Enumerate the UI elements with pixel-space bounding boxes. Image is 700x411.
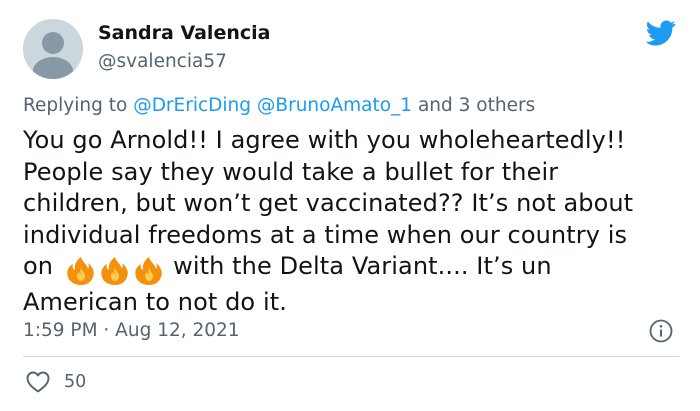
avatar[interactable] bbox=[23, 19, 83, 79]
info-icon[interactable] bbox=[649, 319, 673, 343]
mention-link-dr-eric-ding[interactable]: @DrEricDing bbox=[133, 95, 251, 116]
tweet-text-fragment: with the Delta Variant.... It’s un bbox=[173, 252, 552, 280]
twitter-bird-icon[interactable] bbox=[646, 20, 676, 46]
tweet-text-fragment: on bbox=[23, 252, 54, 280]
default-avatar-icon bbox=[23, 19, 83, 79]
heart-outline-icon[interactable] bbox=[26, 371, 50, 393]
fire-icon bbox=[101, 257, 128, 285]
others-link[interactable]: and 3 others bbox=[412, 95, 535, 116]
like-count: 50 bbox=[64, 372, 87, 392]
tweet-text-line: American to not do it. bbox=[23, 287, 287, 316]
tweet-text-line: You go Arnold!! I agree with you wholehe… bbox=[23, 126, 626, 154]
fire-icon bbox=[67, 257, 94, 285]
tweet-text-line: individual freedoms at a time when our c… bbox=[23, 220, 628, 249]
tweet-text-line: People say they would take a bullet for … bbox=[23, 157, 559, 186]
tweet-card: Sandra Valencia @svalencia57 Replying to… bbox=[0, 0, 700, 411]
fire-icon bbox=[135, 257, 162, 285]
tweet-text-line-with-emoji: on with the Delta Variant.... It’s un bbox=[23, 251, 683, 287]
author-display-name[interactable]: Sandra Valencia bbox=[98, 22, 270, 44]
tweet-text-line: children, but won’t get vaccinated?? It’… bbox=[23, 189, 634, 217]
author-handle[interactable]: @svalencia57 bbox=[98, 51, 227, 72]
divider bbox=[23, 356, 679, 357]
mention-link-bruno-amato[interactable]: @BrunoAmato_1 bbox=[257, 95, 412, 116]
replying-to: Replying to @DrEricDing @BrunoAmato_1 an… bbox=[23, 95, 535, 116]
tweet-timestamp[interactable]: 1:59 PM · Aug 12, 2021 bbox=[23, 320, 240, 341]
tweet-text: You go Arnold!! I agree with you wholehe… bbox=[23, 125, 683, 318]
fire-emoji-group bbox=[65, 255, 167, 287]
replying-to-prefix: Replying to bbox=[23, 95, 134, 116]
